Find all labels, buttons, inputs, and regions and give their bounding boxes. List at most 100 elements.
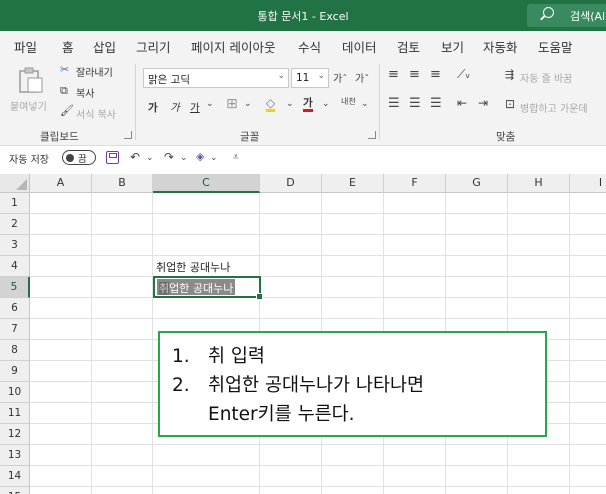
clipboard-icon: [19, 67, 43, 93]
row-header[interactable]: 13: [0, 445, 30, 466]
chevron-down-icon[interactable]: ⌄: [361, 99, 369, 109]
row-header[interactable]: 3: [0, 235, 30, 256]
step-text: 취 입력: [208, 346, 265, 367]
wrap-text-icon: ⇶: [505, 68, 515, 81]
chevron-down-icon[interactable]: ⌄: [286, 99, 294, 109]
align-left-icon[interactable]: ☰: [388, 96, 400, 111]
cell-c5-editing-text: 취업한 공대누나: [157, 279, 236, 295]
gridline: [30, 297, 606, 298]
increase-font-icon[interactable]: 가ˆ: [333, 70, 347, 85]
row-header[interactable]: 9: [0, 361, 30, 382]
format-painter-button[interactable]: 서식 복사: [76, 106, 116, 121]
underline-button[interactable]: 가: [190, 100, 200, 115]
row-header[interactable]: 14: [0, 466, 30, 487]
chevron-down-icon[interactable]: ⌄: [206, 99, 214, 109]
column-header[interactable]: E: [322, 174, 384, 193]
align-middle-icon[interactable]: ≡: [409, 67, 420, 82]
title-bar: 통합 문서1 - Excel 검색(Al: [0, 0, 606, 31]
column-header-selected[interactable]: C: [153, 174, 260, 193]
font-size-select[interactable]: 11 ⌄: [291, 68, 329, 88]
phonetic-icon[interactable]: 내천: [341, 96, 356, 107]
search-icon: [543, 7, 554, 18]
divider: [379, 64, 380, 140]
step-number: 1.: [172, 346, 190, 367]
font-launcher-icon[interactable]: [368, 131, 376, 139]
wrap-text-button[interactable]: 자동 줄 바꿈: [520, 70, 572, 85]
step-text: Enter키를 누른다.: [208, 404, 355, 425]
row-header-selected[interactable]: 5: [0, 277, 30, 298]
search-box[interactable]: 검색(Al: [527, 4, 606, 27]
divider: [135, 64, 136, 140]
increase-indent-icon[interactable]: ⇥: [478, 96, 488, 110]
column-header[interactable]: I: [570, 174, 606, 193]
row-header[interactable]: 10: [0, 382, 30, 403]
decrease-indent-icon[interactable]: ⇤: [457, 96, 467, 110]
column-header[interactable]: G: [446, 174, 508, 193]
font-color-button[interactable]: 가: [303, 97, 313, 112]
bold-button[interactable]: 가: [148, 100, 158, 115]
row-header[interactable]: 1: [0, 193, 30, 214]
tab-file[interactable]: 파일: [14, 37, 37, 56]
column-header[interactable]: B: [92, 174, 153, 193]
chevron-down-icon[interactable]: ⌄: [210, 153, 218, 163]
tab-insert[interactable]: 삽입: [93, 37, 116, 56]
cell-c4[interactable]: 취업한 공대누나: [156, 259, 230, 275]
column-header[interactable]: D: [260, 174, 322, 193]
tab-home[interactable]: 홈: [62, 37, 74, 60]
font-name-select[interactable]: 맑은 고딕 ⌄: [143, 68, 289, 88]
column-header[interactable]: F: [384, 174, 446, 193]
tab-review[interactable]: 검토: [397, 37, 420, 56]
undo-icon[interactable]: ↶: [130, 150, 140, 164]
clipboard-launcher-icon[interactable]: [124, 131, 132, 139]
italic-button[interactable]: 가: [170, 100, 180, 115]
paste-button[interactable]: 붙여넣기: [8, 64, 52, 122]
row-header[interactable]: 6: [0, 298, 30, 319]
tab-formulas[interactable]: 수식: [298, 37, 321, 56]
customize-qat-icon[interactable]: ⩡: [233, 152, 239, 163]
fill-color-icon[interactable]: ◇: [266, 97, 276, 112]
align-bottom-icon[interactable]: ≡: [430, 67, 441, 82]
column-header[interactable]: H: [508, 174, 570, 193]
decrease-font-icon[interactable]: 가ˇ: [355, 70, 369, 85]
select-all-button[interactable]: [0, 174, 30, 193]
redo-icon[interactable]: ↷: [164, 150, 174, 164]
cut-button[interactable]: 잘라내기: [76, 64, 113, 79]
save-icon[interactable]: [106, 151, 119, 164]
tab-view[interactable]: 보기: [441, 37, 464, 56]
row-header[interactable]: 11: [0, 403, 30, 424]
gridline: [30, 486, 606, 487]
align-top-icon[interactable]: ≡: [388, 67, 399, 82]
row-header[interactable]: 8: [0, 340, 30, 361]
column-header[interactable]: A: [30, 174, 92, 193]
autocomplete-suggestion: 업한 공대누나: [169, 282, 234, 295]
tab-help[interactable]: 도움말: [538, 37, 573, 56]
orientation-icon[interactable]: ⟋ᵥ: [457, 67, 470, 82]
row-header[interactable]: 12: [0, 424, 30, 445]
chevron-down-icon[interactable]: ⌄: [244, 99, 252, 109]
autosave-label: 자동 저장: [9, 155, 49, 166]
align-center-icon[interactable]: ☰: [409, 96, 421, 111]
format-painter-icon[interactable]: ◈: [196, 150, 204, 163]
gridline: [152, 193, 153, 494]
ime-composing-char: 취: [159, 282, 170, 295]
merge-center-button[interactable]: 병합하고 가운데: [520, 100, 588, 115]
tab-automate[interactable]: 자동화: [483, 37, 518, 56]
gridline: [30, 234, 606, 235]
instruction-box: 1. 취 입력 2. 취업한 공대누나가 나타나면 Enter키를 누른다.: [158, 331, 547, 437]
row-header[interactable]: 15: [0, 487, 30, 494]
step-number: 2.: [172, 375, 190, 396]
row-header[interactable]: 4: [0, 256, 30, 277]
font-size-value: 11: [296, 72, 310, 84]
border-icon[interactable]: ⊞: [226, 96, 238, 112]
row-header[interactable]: 2: [0, 214, 30, 235]
chevron-down-icon[interactable]: ⌄: [322, 99, 330, 109]
tab-data[interactable]: 데이터: [342, 37, 377, 56]
copy-button[interactable]: 복사: [76, 85, 94, 100]
autosave-toggle[interactable]: 끔: [62, 150, 96, 165]
chevron-down-icon[interactable]: ⌄: [180, 153, 188, 163]
row-header[interactable]: 7: [0, 319, 30, 340]
chevron-down-icon[interactable]: ⌄: [146, 153, 154, 163]
align-right-icon[interactable]: ☰: [430, 96, 442, 111]
tab-draw[interactable]: 그리기: [136, 37, 171, 56]
tab-page-layout[interactable]: 페이지 레이아웃: [191, 37, 275, 56]
